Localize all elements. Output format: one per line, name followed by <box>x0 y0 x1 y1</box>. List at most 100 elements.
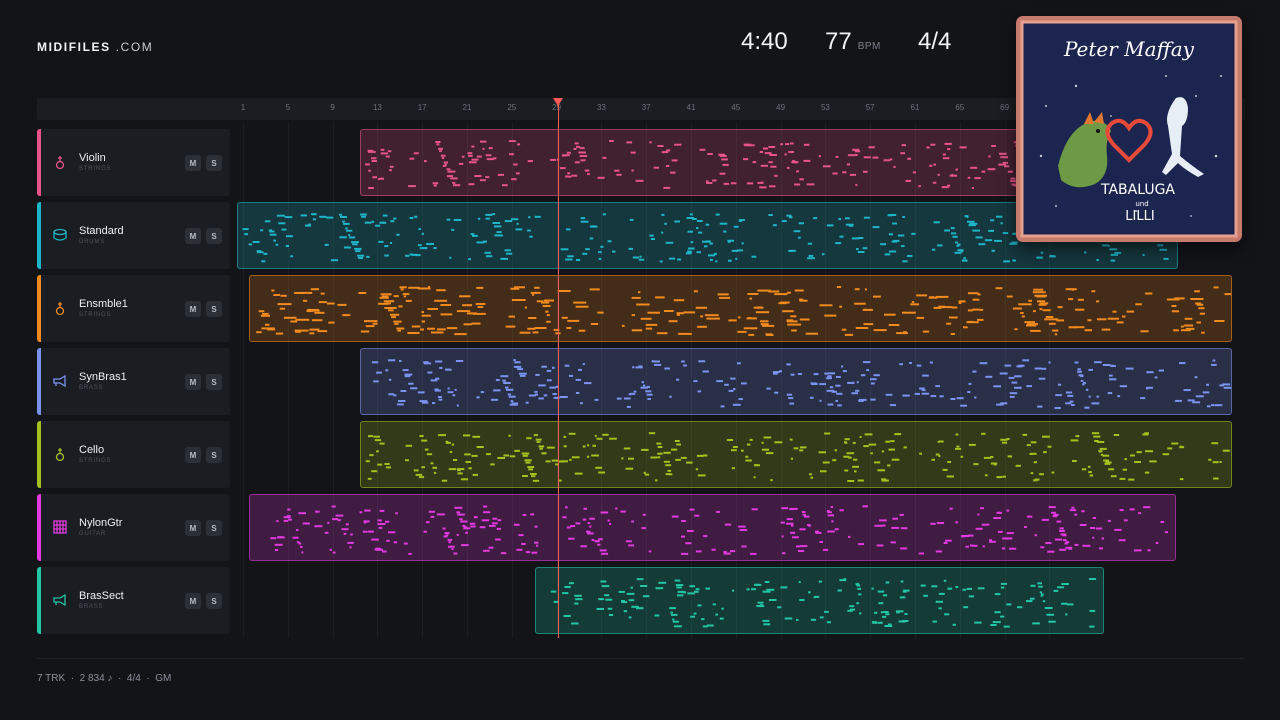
mute-button[interactable]: M <box>185 447 201 463</box>
track-header[interactable]: NylonGtr GUITAR M S <box>37 494 230 561</box>
mute-button[interactable]: M <box>185 593 201 609</box>
midi-note <box>409 157 415 160</box>
midi-note <box>485 213 493 216</box>
midi-note <box>695 588 700 591</box>
midi-note <box>592 444 596 447</box>
midi-note <box>261 327 275 330</box>
midi-note <box>330 259 339 262</box>
midi-note <box>853 458 858 461</box>
midi-note <box>1213 286 1219 289</box>
midi-note <box>435 141 441 143</box>
playhead-handle[interactable] <box>553 98 563 106</box>
midi-note <box>598 598 604 601</box>
midi-note <box>763 436 772 439</box>
midi-note <box>665 473 671 476</box>
midi-note <box>571 174 578 177</box>
midi-note <box>1032 622 1040 625</box>
midi-note <box>1039 591 1042 594</box>
midi-note <box>439 150 442 153</box>
midi-note <box>856 248 859 251</box>
track-header[interactable]: BrasSect BRASS M S <box>37 567 230 634</box>
mute-button[interactable]: M <box>185 301 201 317</box>
track-header[interactable]: Ensmble1 STRINGS M S <box>37 275 230 342</box>
midi-note <box>893 165 896 168</box>
midi-note <box>383 300 395 303</box>
midi-note <box>598 258 602 260</box>
midi-note <box>856 602 860 605</box>
midi-note <box>774 391 779 394</box>
mute-button[interactable]: M <box>185 155 201 171</box>
midi-note <box>1000 438 1008 441</box>
midi-note <box>712 603 716 606</box>
midi-note <box>589 288 600 291</box>
solo-button[interactable]: S <box>206 228 222 244</box>
midi-clip[interactable] <box>249 275 1232 342</box>
solo-button[interactable]: S <box>206 374 222 390</box>
midi-note <box>288 518 292 521</box>
midi-note <box>728 319 737 322</box>
midi-note <box>319 215 327 218</box>
midi-note <box>949 174 958 177</box>
midi-note <box>854 154 858 156</box>
midi-note <box>546 320 551 323</box>
midi-clip[interactable] <box>360 421 1232 488</box>
solo-button[interactable]: S <box>206 593 222 609</box>
track-color-bar <box>37 567 41 634</box>
midi-note <box>768 214 773 216</box>
midi-note <box>468 154 473 157</box>
midi-note <box>1110 253 1118 256</box>
solo-button[interactable]: S <box>206 155 222 171</box>
midi-clip[interactable] <box>535 567 1104 634</box>
solo-button[interactable]: S <box>206 447 222 463</box>
midi-note <box>1024 321 1035 324</box>
midi-note <box>844 333 854 336</box>
midi-note <box>1160 521 1165 523</box>
midi-note <box>988 229 994 232</box>
midi-note <box>706 182 713 184</box>
ruler-tick-label: 61 <box>910 103 920 112</box>
midi-note <box>628 599 635 602</box>
midi-note <box>543 299 554 302</box>
midi-note <box>843 578 847 581</box>
midi-note <box>732 403 741 406</box>
footer-standard: GM <box>155 673 172 684</box>
track-header[interactable]: SynBras1 BRASS M S <box>37 348 230 415</box>
midi-note <box>510 287 520 290</box>
midi-note <box>638 258 645 261</box>
mute-button[interactable]: M <box>185 374 201 390</box>
mute-button[interactable]: M <box>185 520 201 536</box>
midi-note <box>476 286 484 289</box>
midi-note <box>623 610 628 613</box>
midi-note <box>1110 365 1116 367</box>
track-header[interactable]: Standard DRUMS M S <box>37 202 230 269</box>
midi-note <box>435 360 443 363</box>
midi-note <box>483 505 488 508</box>
midi-note <box>371 160 377 162</box>
midi-note <box>826 224 834 227</box>
midi-note <box>897 234 905 237</box>
midi-note <box>997 530 1003 533</box>
midi-clip[interactable] <box>249 494 1176 561</box>
midi-note <box>663 451 671 454</box>
solo-button[interactable]: S <box>206 520 222 536</box>
midi-note <box>438 398 443 401</box>
track-header[interactable]: Cello STRINGS M S <box>37 421 230 488</box>
ruler-tick-label: 57 <box>865 103 875 112</box>
playhead[interactable] <box>558 104 559 638</box>
midi-note <box>780 586 788 589</box>
midi-clip[interactable] <box>360 348 1232 415</box>
mute-button[interactable]: M <box>185 228 201 244</box>
midi-note <box>574 161 580 164</box>
midi-note <box>609 614 614 616</box>
midi-note <box>877 469 886 472</box>
midi-note <box>730 550 736 553</box>
midi-note <box>902 311 916 314</box>
midi-note <box>385 155 390 158</box>
midi-note <box>656 332 668 335</box>
track-header[interactable]: Violin STRINGS M S <box>37 129 230 196</box>
midi-note <box>405 459 409 462</box>
midi-note <box>470 525 476 528</box>
midi-note <box>751 508 758 511</box>
midi-note <box>781 535 784 538</box>
solo-button[interactable]: S <box>206 301 222 317</box>
